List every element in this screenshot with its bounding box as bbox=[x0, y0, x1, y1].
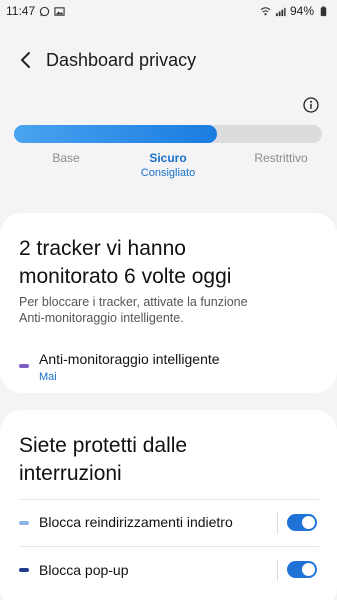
level-sicuro[interactable]: Sicuro bbox=[128, 151, 208, 165]
image-icon bbox=[54, 6, 65, 16]
header: Dashboard privacy bbox=[0, 44, 337, 78]
level-recommended-label: Consigliato bbox=[140, 167, 196, 179]
toggle-separator bbox=[277, 512, 278, 534]
battery-icon bbox=[320, 5, 327, 16]
battery-percent: 94% bbox=[289, 4, 314, 18]
tracker-desc-line1: Per bloccare i tracker, attivate la funz… bbox=[19, 295, 248, 309]
wifi-icon bbox=[260, 6, 271, 15]
tracker-desc-line2: Anti-monitoraggio intelligente. bbox=[19, 311, 184, 325]
toggle-knob bbox=[302, 516, 315, 529]
interruptions-title-line2: interruzioni bbox=[19, 462, 122, 485]
page-title: Dashboard privacy bbox=[46, 50, 197, 70]
tracker-title-line2: monitorato 6 volte oggi bbox=[19, 265, 232, 288]
anti-tracking-status: Mai bbox=[39, 371, 57, 383]
divider bbox=[19, 546, 319, 547]
info-icon[interactable] bbox=[303, 97, 319, 113]
interruptions-card: Siete protetti dalle interruzioni Blocca… bbox=[0, 410, 337, 600]
tracker-title-line1: 2 tracker vi hanno bbox=[19, 237, 186, 260]
status-right: 94% bbox=[260, 4, 329, 18]
block-redirects-dot bbox=[19, 521, 29, 525]
status-left: 11:47 bbox=[6, 4, 65, 18]
tracker-card: 2 tracker vi hanno monitorato 6 volte og… bbox=[0, 213, 337, 393]
block-popups-dot bbox=[19, 568, 29, 572]
slider-fill bbox=[14, 125, 218, 143]
toggle-knob bbox=[302, 563, 315, 576]
toggle-separator bbox=[277, 559, 278, 581]
status-bar: 11:47 94% bbox=[0, 0, 337, 22]
divider bbox=[19, 499, 319, 500]
level-restrittivo[interactable]: Restrittivo bbox=[236, 151, 326, 165]
block-popups-toggle[interactable] bbox=[287, 561, 317, 578]
status-time: 11:47 bbox=[6, 4, 36, 18]
whatsapp-icon bbox=[39, 6, 50, 16]
signal-icon bbox=[275, 7, 286, 16]
protection-level-slider[interactable] bbox=[14, 125, 322, 143]
block-popups-label: Blocca pop-up bbox=[39, 562, 129, 578]
block-redirects-label: Blocca reindirizzamenti indietro bbox=[39, 514, 233, 530]
interruptions-title-line1: Siete protetti dalle bbox=[19, 434, 188, 457]
level-base[interactable]: Base bbox=[36, 151, 96, 165]
anti-tracking-label: Anti-monitoraggio intelligente bbox=[39, 351, 220, 367]
anti-tracking-dot bbox=[19, 364, 29, 368]
block-redirects-toggle[interactable] bbox=[287, 514, 317, 531]
back-arrow-icon[interactable] bbox=[16, 50, 36, 70]
